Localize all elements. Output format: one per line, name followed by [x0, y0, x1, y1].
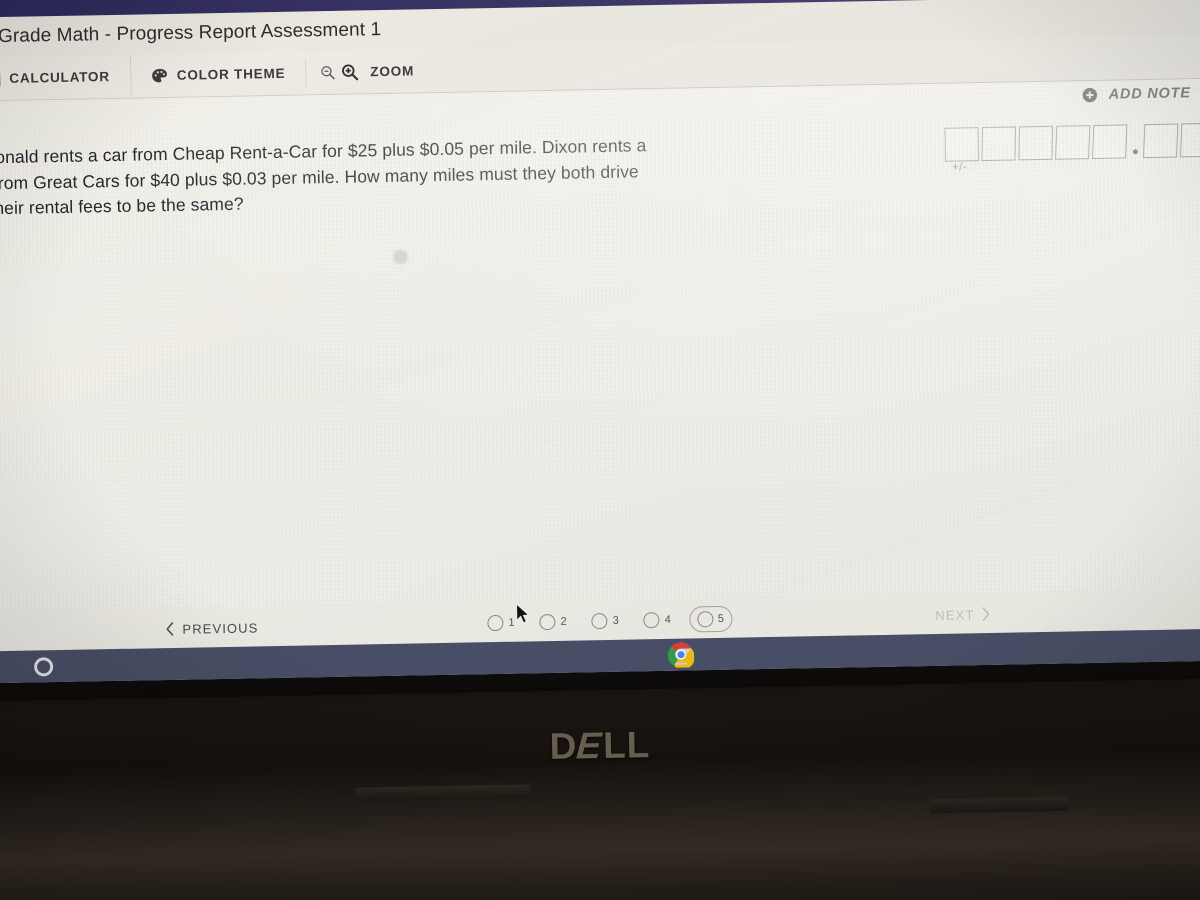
pagination-item-2[interactable]: 2: [532, 610, 574, 635]
pagination-number-5: 5: [717, 612, 725, 625]
laptop-screen: th Grade Math - Progress Report Assessme…: [0, 0, 1200, 684]
palette-icon: [151, 67, 168, 83]
previous-button[interactable]: PREVIOUS: [165, 619, 259, 637]
add-note-button[interactable]: ADD NOTE: [1082, 85, 1200, 103]
answer-input-group: +/-: [944, 122, 1200, 174]
magnifier-minus-icon[interactable]: [320, 65, 335, 80]
chevron-left-icon: [165, 622, 174, 636]
next-label: NEXT: [935, 606, 975, 623]
pagination-circle-5: [696, 611, 714, 628]
pagination-number-2: 2: [560, 615, 567, 628]
add-note-label: ADD NOTE: [1108, 85, 1191, 103]
pagination-number-1: 1: [508, 616, 515, 629]
zoom-label: ZOOM: [370, 63, 415, 80]
answer-digit-box-3[interactable]: [1018, 125, 1054, 161]
magnifier-plus-icon[interactable]: [341, 63, 359, 81]
pagination-circle-4: [643, 612, 660, 629]
answer-digit-box-2[interactable]: [981, 126, 1017, 162]
chevron-right-icon: [981, 607, 990, 621]
next-button[interactable]: NEXT: [935, 606, 990, 622]
color-theme-label: COLOR THEME: [176, 65, 286, 83]
question-text-block: 5. Ronald rents a car from Cheap Rent-a-…: [0, 133, 654, 223]
question-canvas: ADD NOTE 5. Ronald rents a car from Chea…: [0, 78, 1200, 612]
mouse-cursor: [516, 603, 531, 625]
decimal-point: [1132, 149, 1138, 155]
chrome-active-indicator: [668, 651, 694, 669]
pagination-item-3[interactable]: 3: [584, 609, 626, 634]
pagination-item-4[interactable]: 4: [637, 608, 679, 633]
calculator-button[interactable]: CALCULATOR: [0, 54, 130, 101]
zoom-controls: ZOOM: [306, 49, 434, 95]
sign-toggle-label[interactable]: +/-: [952, 161, 967, 173]
page-title: th Grade Math - Progress Report Assessme…: [0, 19, 382, 48]
pagination-item-5[interactable]: 5: [688, 605, 733, 633]
launcher-circle-icon[interactable]: [33, 656, 54, 677]
calculator-label: CALCULATOR: [9, 69, 110, 86]
pagination-number-3: 3: [612, 614, 619, 627]
previous-label: PREVIOUS: [182, 619, 259, 637]
photo-of-laptop-screen: DELL th Grade Math - Progress Report Ass…: [0, 0, 1200, 900]
answer-digit-box-5[interactable]: [1092, 124, 1128, 160]
answer-decimal-box-2[interactable]: [1180, 122, 1200, 158]
pagination-circle-1: [487, 614, 504, 632]
pagination-circle-3: [591, 613, 608, 630]
pagination-circle-2: [539, 613, 556, 631]
hinge-nub-right: [929, 796, 1071, 814]
dell-letters-ll: LL: [602, 724, 651, 766]
answer-box-row: [944, 122, 1200, 162]
pagination-number-4: 4: [664, 613, 671, 626]
answer-digit-box-1[interactable]: [944, 127, 980, 162]
color-theme-button[interactable]: COLOR THEME: [129, 50, 306, 99]
plus-circle-icon: [1082, 87, 1098, 103]
answer-decimal-box-1[interactable]: [1143, 123, 1179, 159]
question-prompt: Ronald rents a car from Cheap Rent-a-Car…: [0, 135, 647, 219]
answer-digit-box-4[interactable]: [1055, 125, 1091, 160]
